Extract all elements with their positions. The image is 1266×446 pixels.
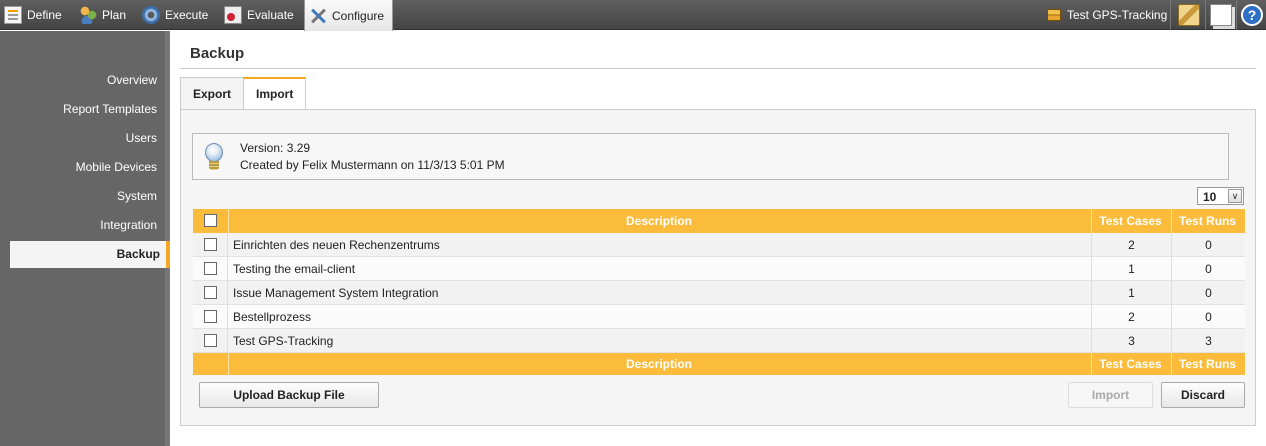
divider bbox=[1091, 353, 1092, 375]
divider bbox=[1236, 0, 1237, 30]
row-select-cell bbox=[193, 281, 228, 305]
row-description: Test GPS-Tracking bbox=[233, 334, 334, 348]
row-select-cell bbox=[193, 257, 228, 281]
column-footer-description[interactable]: Description bbox=[228, 353, 1091, 375]
tab-export[interactable]: Export bbox=[180, 77, 245, 109]
row-checkbox[interactable] bbox=[204, 286, 217, 299]
backup-created-by: Created by Felix Mustermann on 11/3/13 5… bbox=[240, 158, 505, 172]
divider bbox=[228, 353, 229, 375]
nav-plan[interactable]: Plan bbox=[79, 0, 126, 30]
row-test-cases: 1 bbox=[1091, 257, 1171, 281]
define-icon bbox=[4, 6, 22, 24]
nav-evaluate[interactable]: Evaluate bbox=[224, 0, 294, 30]
lightbulb-icon bbox=[204, 143, 224, 173]
column-header-description[interactable]: Description bbox=[228, 209, 1091, 233]
plan-icon bbox=[79, 6, 97, 24]
nav-execute-label: Execute bbox=[165, 8, 209, 22]
sidebar-item-users[interactable]: Users bbox=[0, 125, 159, 152]
import-button[interactable]: Import bbox=[1068, 382, 1153, 408]
select-all-cell bbox=[193, 209, 228, 233]
backup-version: Version: 3.29 bbox=[240, 141, 311, 155]
nav-define-label: Define bbox=[27, 8, 62, 22]
divider bbox=[180, 68, 1256, 69]
divider bbox=[228, 209, 229, 233]
row-description: Bestellprozess bbox=[233, 310, 312, 324]
sidebar-item-mobile-devices[interactable]: Mobile Devices bbox=[0, 154, 159, 181]
table-row[interactable]: Testing the email-client 1 0 bbox=[193, 257, 1245, 281]
row-test-runs: 0 bbox=[1171, 233, 1245, 257]
nav-configure[interactable]: Configure bbox=[304, 0, 394, 31]
nav-define[interactable]: Define bbox=[4, 0, 62, 30]
nav-configure-label: Configure bbox=[332, 8, 385, 23]
column-header-test-runs[interactable]: Test Runs bbox=[1171, 209, 1245, 233]
table-row[interactable]: Bestellprozess 2 0 bbox=[193, 305, 1245, 329]
footer-empty-cell bbox=[193, 353, 228, 375]
table-header: Description Test Cases Test Runs bbox=[193, 209, 1245, 233]
row-test-runs: 0 bbox=[1171, 281, 1245, 305]
tools-icon[interactable] bbox=[1178, 4, 1200, 26]
project-icon bbox=[1047, 9, 1061, 21]
row-checkbox[interactable] bbox=[204, 262, 217, 275]
row-description: Testing the email-client bbox=[233, 262, 356, 276]
tab-import[interactable]: Import bbox=[243, 77, 307, 110]
column-footer-test-cases[interactable]: Test Cases bbox=[1091, 353, 1171, 375]
sidebar: Overview Report Templates Users Mobile D… bbox=[0, 31, 170, 446]
execute-icon bbox=[142, 6, 160, 24]
row-select-cell bbox=[193, 305, 228, 329]
help-icon[interactable]: ? bbox=[1241, 4, 1263, 26]
row-test-cases: 1 bbox=[1091, 281, 1171, 305]
table-row[interactable]: Test GPS-Tracking 3 3 bbox=[193, 329, 1245, 353]
page-size-value: 10 bbox=[1203, 190, 1217, 204]
nav-evaluate-label: Evaluate bbox=[247, 8, 294, 22]
row-select-cell bbox=[193, 233, 228, 257]
column-header-test-cases[interactable]: Test Cases bbox=[1091, 209, 1171, 233]
evaluate-icon bbox=[224, 6, 242, 24]
select-all-checkbox[interactable] bbox=[204, 214, 217, 227]
top-navigation-bar: Define Plan Execute Evaluate Configure T… bbox=[0, 0, 1266, 31]
row-description: Issue Management System Integration bbox=[233, 286, 439, 300]
discard-button[interactable]: Discard bbox=[1161, 382, 1245, 408]
divider bbox=[1205, 0, 1206, 30]
sidebar-item-backup[interactable]: Backup bbox=[10, 241, 170, 268]
divider bbox=[1091, 209, 1092, 233]
row-test-cases: 2 bbox=[1091, 233, 1171, 257]
row-test-cases: 2 bbox=[1091, 305, 1171, 329]
divider bbox=[1171, 209, 1172, 233]
row-test-cases: 3 bbox=[1091, 329, 1171, 353]
row-description: Einrichten des neuen Rechenzentrums bbox=[233, 238, 440, 252]
upload-backup-file-button[interactable]: Upload Backup File bbox=[199, 382, 379, 408]
divider bbox=[1171, 353, 1172, 375]
row-checkbox[interactable] bbox=[204, 310, 217, 323]
nav-plan-label: Plan bbox=[102, 8, 127, 22]
backup-info-box bbox=[192, 133, 1229, 180]
sidebar-item-system[interactable]: System bbox=[0, 183, 159, 210]
row-select-cell bbox=[193, 329, 228, 353]
page-size-select[interactable]: 10 ∨ bbox=[1197, 187, 1244, 205]
row-test-runs: 0 bbox=[1171, 257, 1245, 281]
pages-icon[interactable] bbox=[1210, 4, 1232, 26]
sidebar-item-integration[interactable]: Integration bbox=[0, 212, 159, 239]
row-test-runs: 3 bbox=[1171, 329, 1245, 353]
table-row[interactable]: Einrichten des neuen Rechenzentrums 2 0 bbox=[193, 233, 1245, 257]
row-test-runs: 0 bbox=[1171, 305, 1245, 329]
chevron-down-icon[interactable]: ∨ bbox=[1228, 189, 1242, 203]
configure-icon bbox=[309, 7, 327, 25]
divider bbox=[1170, 0, 1171, 30]
current-project[interactable]: Test GPS-Tracking bbox=[1047, 0, 1167, 30]
sidebar-item-overview[interactable]: Overview bbox=[0, 67, 159, 94]
table-footer: Description Test Cases Test Runs bbox=[193, 353, 1245, 375]
project-name: Test GPS-Tracking bbox=[1067, 8, 1168, 22]
page-title: Backup bbox=[190, 45, 245, 62]
sidebar-item-report-templates[interactable]: Report Templates bbox=[0, 96, 159, 123]
table-row[interactable]: Issue Management System Integration 1 0 bbox=[193, 281, 1245, 305]
column-footer-test-runs[interactable]: Test Runs bbox=[1171, 353, 1245, 375]
row-checkbox[interactable] bbox=[204, 334, 217, 347]
row-checkbox[interactable] bbox=[204, 238, 217, 251]
nav-execute[interactable]: Execute bbox=[142, 0, 208, 30]
